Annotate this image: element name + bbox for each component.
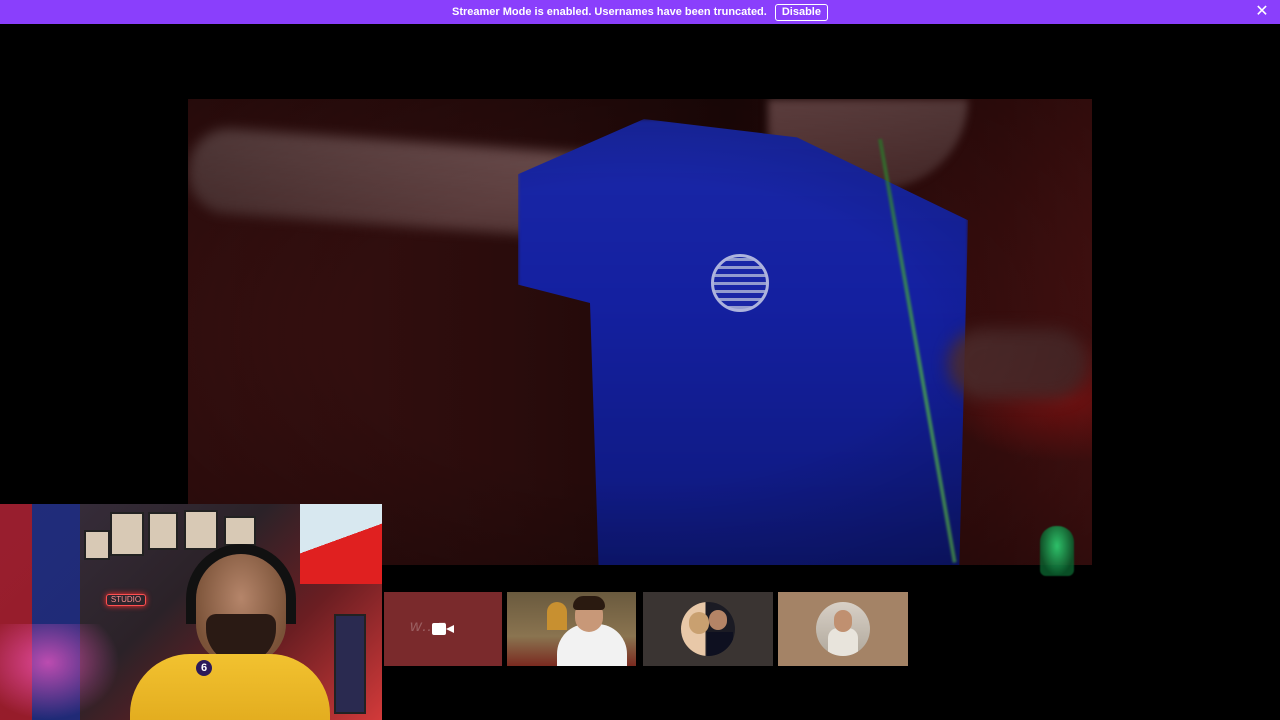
webcam-neon-glow (0, 624, 120, 720)
participant-tile-avatar[interactable] (643, 592, 773, 666)
jersey-number: 6 (196, 660, 212, 676)
webcam-flag (300, 504, 382, 584)
speaking-indicator-icon (1040, 526, 1074, 576)
webcam-poster (224, 516, 256, 546)
participant-tile-camera-off[interactable]: w…z (384, 592, 502, 666)
participant-tile-video[interactable] (507, 592, 636, 666)
webcam-poster (148, 512, 178, 550)
disable-streamer-mode-button[interactable]: Disable (774, 3, 828, 21)
streamer-webcam-overlay: STUDIO 6 (0, 504, 382, 720)
webcam-poster (84, 530, 110, 560)
avatar (681, 602, 735, 656)
webcam-poster (334, 614, 366, 714)
streamer-mode-message: Streamer Mode is enabled. Usernames have… (452, 6, 767, 18)
video-vignette (188, 99, 1092, 565)
webcam-jersey (130, 654, 330, 720)
tile-person-hair (573, 596, 605, 610)
participant-tile-avatar[interactable] (778, 592, 908, 666)
main-video-stream[interactable] (188, 99, 1092, 565)
streamer-mode-banner: Streamer Mode is enabled. Usernames have… (0, 0, 1280, 24)
studio-neon-sign: STUDIO (106, 594, 146, 606)
tile-background-door (547, 602, 567, 630)
avatar (816, 602, 870, 656)
close-banner-icon[interactable]: ✕ (1254, 4, 1270, 20)
video-camera-icon (432, 622, 454, 636)
call-window: Streamer Mode is enabled. Usernames have… (0, 0, 1280, 720)
webcam-poster (184, 510, 218, 550)
webcam-poster (110, 512, 144, 556)
